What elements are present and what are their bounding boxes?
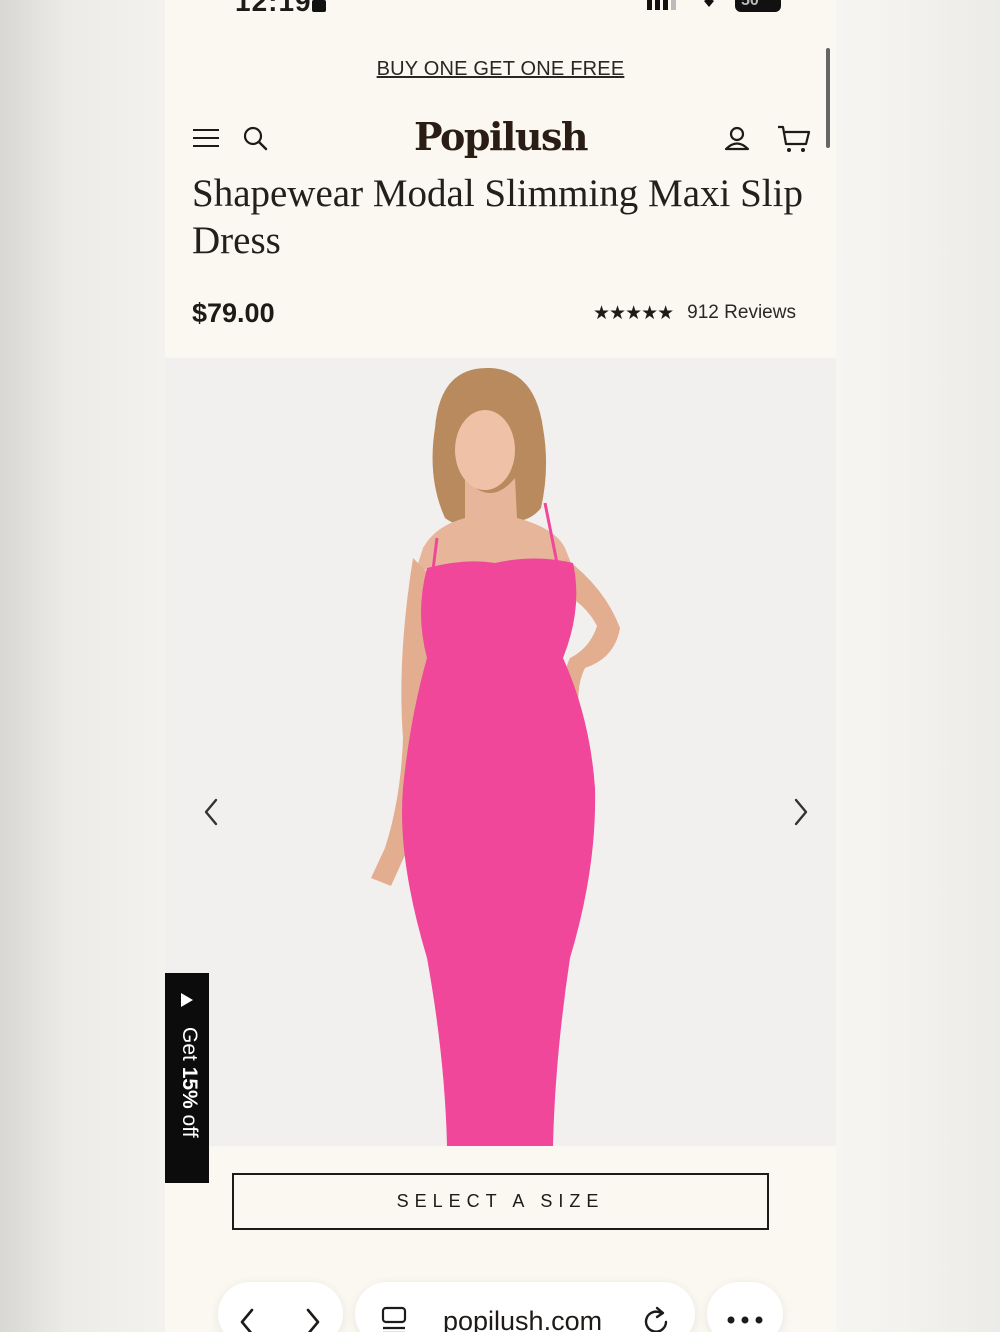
url-text[interactable]: popilush.com: [443, 1306, 602, 1332]
battery-level: 50: [741, 0, 759, 9]
discount-popup-tab[interactable]: Get 15% off: [165, 973, 209, 1183]
background-right: [836, 0, 1000, 1332]
discount-label-percent: 15%: [178, 1066, 201, 1109]
tabs-icon[interactable]: [381, 1306, 407, 1332]
dress-shape: [402, 558, 596, 1146]
discount-label: Get 15% off: [177, 1027, 201, 1138]
play-icon: [181, 993, 193, 1007]
reviews-link[interactable]: 912 Reviews: [687, 302, 796, 324]
status-time: 12:19: [235, 0, 312, 17]
status-bar: 12:19 50: [165, 0, 836, 18]
signal-icon: [647, 0, 676, 10]
more-button[interactable]: [707, 1282, 783, 1332]
rating-summary[interactable]: ★★★★★ 912 Reviews: [593, 301, 796, 325]
battery-icon: 50: [735, 0, 781, 12]
address-bar[interactable]: popilush.com: [355, 1282, 695, 1332]
chevron-right-icon[interactable]: [789, 796, 813, 828]
screen-lock-icon: [312, 0, 326, 12]
browser-toolbar: popilush.com: [165, 1278, 836, 1332]
select-size-button[interactable]: SELECT A SIZE: [232, 1173, 769, 1230]
discount-label-suffix: off: [178, 1108, 201, 1138]
product-image-gallery[interactable]: [165, 358, 836, 1146]
promo-banner-link[interactable]: BUY ONE GET ONE FREE: [165, 58, 836, 81]
cart-icon[interactable]: [777, 124, 811, 154]
background-left: [0, 0, 165, 1332]
phone-screen: 12:19 50 BUY ONE GET ONE FREE Popilush S…: [165, 0, 836, 1332]
product-image: [371, 367, 620, 1146]
product-title: Shapewear Modal Slimming Maxi Slip Dress: [192, 172, 803, 262]
more-icon: [727, 1316, 763, 1324]
browser-nav-pill: [218, 1282, 343, 1332]
chevron-left-icon[interactable]: [199, 796, 223, 828]
product-price: $79.00: [192, 298, 275, 328]
account-icon[interactable]: [723, 124, 751, 152]
back-icon[interactable]: [236, 1306, 258, 1332]
reload-icon[interactable]: [643, 1306, 671, 1332]
site-header: Popilush: [165, 110, 836, 166]
wifi-icon: [704, 0, 714, 7]
discount-label-prefix: Get: [178, 1027, 201, 1067]
star-rating-icon: ★★★★★: [593, 302, 674, 324]
forward-icon[interactable]: [302, 1306, 324, 1332]
